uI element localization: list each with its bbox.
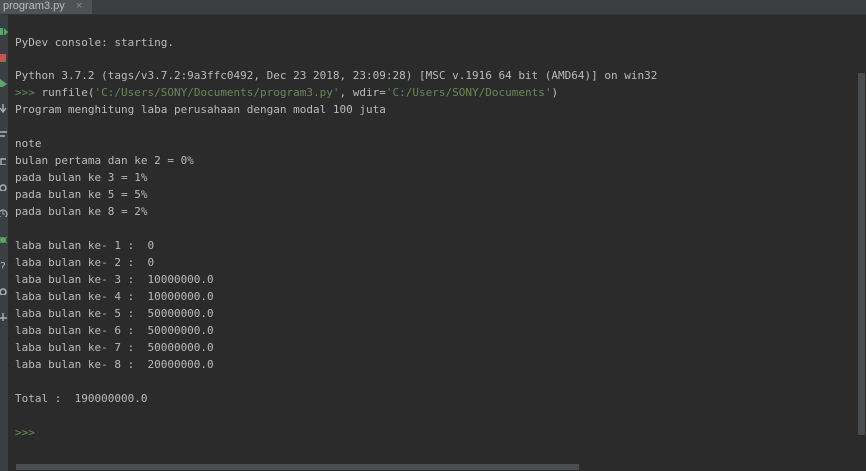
input-prompt[interactable]: >>> xyxy=(15,424,35,441)
console-output[interactable]: PyDev console: starting. Python 3.7.2 (t… xyxy=(8,15,857,465)
stop-icon[interactable] xyxy=(0,50,8,62)
console-line: PyDev console: starting. xyxy=(15,36,174,49)
scroll-to-end-icon[interactable] xyxy=(0,101,8,113)
debug-icon[interactable] xyxy=(0,231,8,243)
console-line: laba bulan ke- 7 : 50000000.0 xyxy=(15,341,214,354)
console-line: note xyxy=(15,137,42,150)
vertical-scrollbar[interactable] xyxy=(857,15,866,471)
console-line: bulan pertama dan ke 2 = 0% xyxy=(15,154,194,167)
console-line-runfile: >>> runfile('C:/Users/SONY/Documents/pro… xyxy=(15,84,558,101)
loop-icon[interactable] xyxy=(0,153,8,165)
horizontal-scrollbar[interactable] xyxy=(8,463,857,471)
console-settings-icon[interactable] xyxy=(0,179,8,191)
console-line: laba bulan ke- 8 : 20000000.0 xyxy=(15,358,214,371)
horizontal-scrollbar-thumb[interactable] xyxy=(16,464,579,470)
console-line: laba bulan ke- 6 : 50000000.0 xyxy=(15,324,214,337)
help-icon[interactable]: ? xyxy=(0,257,8,269)
svg-text:?: ? xyxy=(0,260,6,269)
console-line: pada bulan ke 3 = 1% xyxy=(15,171,148,184)
runfile-cmd: runfile( xyxy=(41,86,95,99)
console-line: laba bulan ke- 2 : 0 xyxy=(15,256,155,269)
console-line: Python 3.7.2 (tags/v3.7.2:9a3ffc0492, De… xyxy=(15,69,658,82)
prompt: >>> xyxy=(15,86,42,99)
runfile-wdir-path: 'C:/Users/SONY/Documents' xyxy=(385,86,552,99)
console-line: laba bulan ke- 5 : 50000000.0 xyxy=(15,307,214,320)
console-line-total: Total : 190000000.0 xyxy=(15,392,148,405)
settings-icon[interactable] xyxy=(0,283,8,295)
run-icon[interactable] xyxy=(0,75,8,87)
tab-program3[interactable]: program3.py × xyxy=(0,0,92,14)
runfile-wdir: , wdir= xyxy=(339,86,386,99)
console-line: laba bulan ke- 1 : 0 xyxy=(15,239,155,252)
console-line: Program menghitung laba perusahaan denga… xyxy=(15,103,386,116)
runfile-close: ) xyxy=(551,86,559,99)
close-icon[interactable]: × xyxy=(76,0,82,12)
runfile-path: 'C:/Users/SONY/Documents/program3.py' xyxy=(94,86,340,99)
console-line: laba bulan ke- 3 : 10000000.0 xyxy=(15,273,214,286)
console-line: laba bulan ke- 4 : 10000000.0 xyxy=(15,290,214,303)
vertical-scrollbar-thumb[interactable] xyxy=(858,73,865,435)
tab-title: program3.py xyxy=(3,0,65,12)
editor-tab-bar: program3.py × xyxy=(0,0,866,15)
rerun-icon[interactable] xyxy=(0,23,8,35)
console-line: pada bulan ke 8 = 2% xyxy=(15,205,148,218)
console-line: pada bulan ke 5 = 5% xyxy=(15,188,148,201)
history-icon[interactable] xyxy=(0,205,8,217)
console-toolbar: ? xyxy=(0,15,8,471)
add-icon[interactable] xyxy=(0,309,8,321)
soft-wrap-icon[interactable] xyxy=(0,127,8,139)
